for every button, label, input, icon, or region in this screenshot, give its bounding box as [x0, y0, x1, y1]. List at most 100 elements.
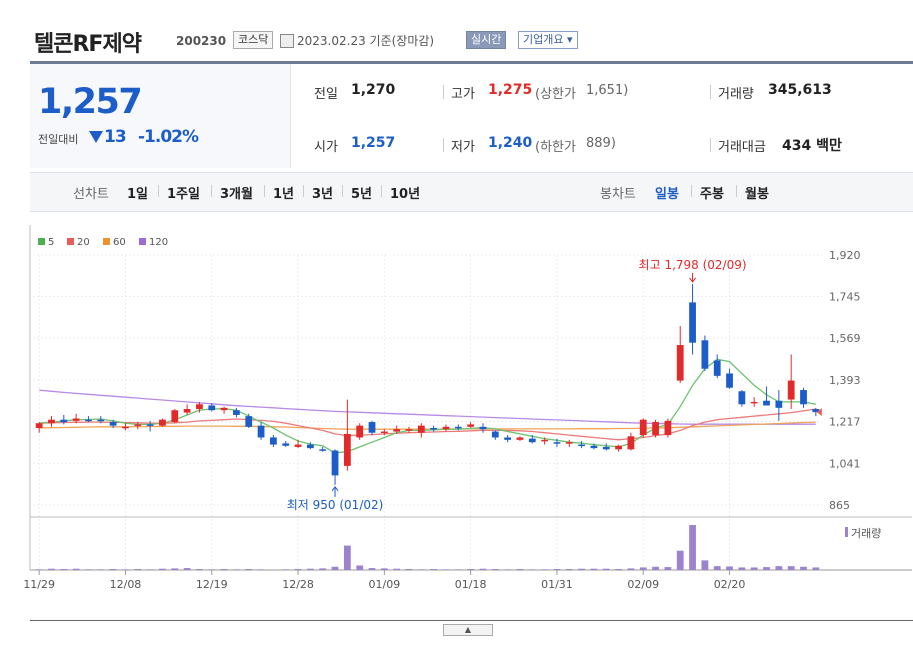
- candle-body: [664, 420, 672, 436]
- candle-body: [183, 409, 191, 413]
- min-annotation: 최저 950 (01/02): [287, 498, 384, 512]
- x-tick-label: 01/18: [455, 578, 487, 591]
- x-tick-label: 02/20: [714, 578, 746, 591]
- candle-body: [171, 410, 179, 423]
- candle-body: [356, 425, 364, 438]
- volume-bar: [405, 569, 413, 570]
- candle-body: [294, 444, 302, 447]
- volume-bar: [60, 569, 68, 570]
- candle-body: [504, 437, 512, 440]
- volume-bar: [331, 566, 339, 570]
- volume-bar: [701, 560, 709, 570]
- candle-body: [652, 422, 659, 436]
- candle-body: [196, 404, 203, 410]
- volume-bar: [48, 568, 55, 570]
- candle-body: [528, 438, 536, 443]
- candle-body: [689, 302, 696, 343]
- volume-bar: [85, 569, 92, 570]
- volume-bar: [627, 568, 635, 570]
- candle-body: [48, 419, 55, 424]
- candle-body: [331, 450, 339, 476]
- candle-body: [72, 418, 80, 421]
- volume-bar: [430, 569, 438, 570]
- x-tick-label: 01/31: [541, 578, 573, 591]
- legend-label: 60: [113, 237, 126, 248]
- legend-label: 5: [48, 237, 54, 248]
- candle-body: [726, 373, 733, 388]
- volume-bar: [689, 525, 696, 570]
- candle-body: [134, 424, 142, 426]
- candle-body: [738, 391, 746, 405]
- volume-bar: [183, 568, 191, 570]
- candle-body: [676, 345, 684, 381]
- volume-bar: [282, 569, 290, 570]
- volume-bar: [356, 565, 364, 570]
- candle-body: [479, 426, 487, 430]
- volume-bar: [676, 550, 684, 570]
- volume-bar: [380, 568, 388, 570]
- volume-bar: [109, 569, 117, 570]
- volume-bar: [602, 568, 610, 570]
- candle-body: [343, 433, 351, 466]
- candle-body: [122, 426, 129, 429]
- volume-bar: [417, 569, 425, 570]
- candle-body: [368, 422, 376, 433]
- volume-bar: [122, 569, 129, 570]
- volume-bar: [763, 567, 770, 570]
- candle-body: [442, 426, 450, 430]
- volume-bar: [590, 568, 598, 570]
- volume-bar: [368, 568, 376, 570]
- y-tick-label: 1,393: [829, 374, 861, 387]
- volume-bar: [800, 566, 807, 570]
- volume-bar: [713, 566, 721, 570]
- expand-button[interactable]: ▲: [443, 624, 493, 636]
- candle-body: [701, 340, 709, 369]
- x-axis: 11/29 12/08 12/19 12/28 01/09 01/18 01/31 02/09…: [23, 570, 745, 591]
- candle-body: [787, 380, 795, 400]
- volume-bar: [97, 569, 105, 570]
- candle-body: [159, 419, 166, 426]
- y-tick-label: 1,920: [829, 249, 861, 262]
- volume-bar: [726, 566, 733, 570]
- volume-legend-swatch: [845, 527, 848, 537]
- candle-body: [553, 442, 561, 444]
- volume-legend-label: 거래량: [851, 527, 881, 540]
- x-tick-label: 12/28: [282, 578, 314, 591]
- candle-body: [750, 401, 758, 404]
- volume-bar: [442, 569, 450, 570]
- volume-bar: [553, 569, 561, 570]
- stock-chart: 5 20 60 120 865 1,041 1,217 1,393 1,569 1,745 1,9…: [23, 225, 912, 591]
- legend-swatch: [67, 238, 74, 245]
- x-tick-label: 12/19: [196, 578, 228, 591]
- candle-body: [233, 410, 240, 415]
- volume-bar: [812, 567, 820, 570]
- y-tick-label: 1,217: [829, 416, 861, 429]
- volume-bar: [171, 568, 179, 570]
- candle-body: [627, 436, 635, 450]
- ma120-line: [39, 389, 816, 425]
- candle-body: [491, 431, 499, 438]
- candle-body: [602, 446, 610, 450]
- volume-bar: [319, 568, 327, 570]
- candle-body: [270, 437, 277, 445]
- volume-bar: [467, 569, 475, 570]
- legend-label: 20: [77, 237, 90, 248]
- x-tick-label: 01/09: [369, 578, 401, 591]
- volume-bar: [196, 569, 203, 570]
- volume-bar: [294, 569, 302, 570]
- volume-bar: [664, 567, 672, 570]
- moving-average-lines: [39, 358, 816, 454]
- volume-bar: [454, 569, 462, 570]
- legend-swatch: [139, 238, 146, 245]
- candle-body: [220, 407, 228, 411]
- x-tick-label: 11/29: [23, 578, 55, 591]
- volume-bar: [343, 545, 351, 570]
- volume-bar: [504, 569, 512, 570]
- y-tick-label: 865: [829, 499, 850, 512]
- volume-bar: [146, 569, 154, 570]
- candle-body: [245, 416, 253, 427]
- volume-bar: [233, 569, 240, 570]
- volume-bar: [306, 568, 314, 570]
- candle-body: [417, 425, 425, 433]
- candle-body: [541, 439, 549, 442]
